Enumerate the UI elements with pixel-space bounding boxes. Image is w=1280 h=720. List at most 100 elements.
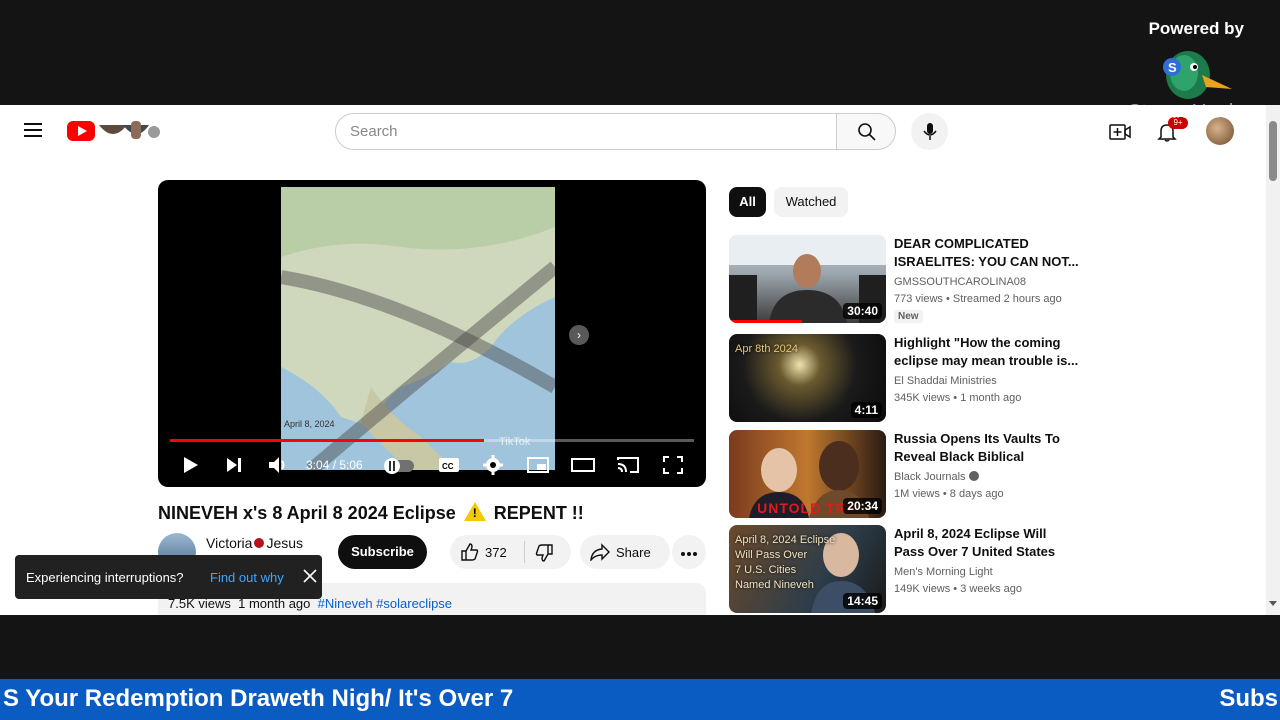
toast-message: Experiencing interruptions? bbox=[26, 570, 184, 585]
find-out-why-link[interactable]: Find out why bbox=[210, 570, 284, 585]
video-duration: 14:45 bbox=[843, 593, 882, 609]
ticker-text: S Your Redemption Draweth Nigh/ It's Ove… bbox=[3, 685, 514, 712]
eclipse-path-map: April 8, 2024 TikTok bbox=[281, 187, 555, 470]
recommendation-meta: 1M views • 8 days ago bbox=[894, 488, 1004, 500]
microphone-icon bbox=[923, 123, 937, 140]
verified-icon bbox=[968, 471, 979, 481]
ticker-text-right: Subs bbox=[1219, 685, 1278, 712]
more-actions-button[interactable] bbox=[672, 535, 706, 569]
youtube-window: Search 9+ April 8, 2024 TikTok › 3:04 / … bbox=[0, 105, 1280, 615]
player-controls: 3:04 / 5:06 CC bbox=[158, 450, 706, 480]
video-duration: 4:11 bbox=[850, 402, 882, 418]
video-title-suffix: REPENT !! bbox=[493, 503, 584, 523]
stream-canvas: Powered by S StreamYard Search 9+ April … bbox=[0, 0, 1280, 720]
new-badge: New bbox=[894, 310, 923, 323]
recommendation-channel-label: Black Journals bbox=[894, 471, 966, 483]
thumbnail-caption-line: 7 U.S. Cities bbox=[735, 564, 797, 576]
share-label: Share bbox=[616, 545, 651, 560]
map-date-label: April 8, 2024 bbox=[284, 419, 335, 429]
theater-mode-icon[interactable] bbox=[571, 454, 595, 476]
autoplay-pause-icon bbox=[389, 461, 395, 471]
thumbnail-caption-line: Will Pass Over bbox=[735, 549, 808, 561]
hashtags[interactable]: #Nineveh #solareclipse bbox=[318, 596, 452, 611]
like-dislike-group: 372 bbox=[450, 535, 571, 569]
like-divider bbox=[524, 541, 525, 563]
youtube-logo[interactable] bbox=[67, 121, 95, 141]
play-icon[interactable] bbox=[178, 454, 202, 476]
chip-all[interactable]: All bbox=[729, 187, 766, 217]
recommendation-channel[interactable]: Black Journals bbox=[894, 471, 979, 483]
subscribe-button[interactable]: Subscribe bbox=[338, 535, 427, 569]
video-thumbnail[interactable]: April 8, 2024 Eclipse Will Pass Over 7 U… bbox=[729, 525, 886, 613]
cast-icon[interactable] bbox=[616, 454, 640, 476]
more-dots-icon bbox=[681, 552, 697, 556]
masthead: Search 9+ bbox=[0, 105, 1266, 157]
create-video-icon[interactable] bbox=[1108, 121, 1132, 143]
player-time: 3:04 / 5:06 bbox=[306, 458, 363, 472]
rose-icon bbox=[254, 538, 265, 548]
share-button[interactable]: Share bbox=[580, 535, 670, 569]
settings-gear-icon[interactable] bbox=[481, 454, 505, 476]
channel-name[interactable]: Victoria Jesus bbox=[206, 535, 303, 551]
recommendation-item[interactable]: 30:40 DEAR COMPLICATED ISRAELITES: YOU C… bbox=[729, 235, 1079, 323]
video-thumbnail[interactable]: 30:40 bbox=[729, 235, 886, 323]
recommendation-title[interactable]: DEAR COMPLICATED ISRAELITES: YOU CAN NOT… bbox=[894, 235, 1079, 271]
chevron-right-icon[interactable]: › bbox=[569, 325, 589, 345]
recommendation-channel[interactable]: Men's Morning Light bbox=[894, 566, 993, 578]
warning-icon bbox=[463, 502, 486, 521]
volume-icon[interactable] bbox=[266, 454, 290, 476]
search-input[interactable]: Search bbox=[335, 113, 837, 150]
recommendation-meta: 345K views • 1 month ago bbox=[894, 392, 1022, 404]
thumbs-down-icon[interactable] bbox=[534, 543, 554, 563]
video-title: NINEVEH x's 8 April 8 2024 Eclipse REPEN… bbox=[158, 502, 584, 524]
search-icon bbox=[858, 123, 876, 141]
channel-name-first: Victoria bbox=[206, 535, 253, 551]
thumbnail-caption-line: April 8, 2024 Eclipse bbox=[735, 534, 836, 546]
voice-search-button[interactable] bbox=[911, 113, 948, 150]
fullscreen-icon[interactable] bbox=[661, 454, 685, 476]
progress-bar-fill bbox=[170, 439, 485, 442]
autoplay-toggle[interactable] bbox=[384, 458, 414, 474]
recommendation-channel[interactable]: El Shaddai Ministries bbox=[894, 375, 997, 387]
progress-bar[interactable] bbox=[170, 439, 694, 442]
interruptions-toast: Experiencing interruptions? Find out why bbox=[15, 555, 322, 599]
video-thumbnail[interactable]: UNTOLD TRU 20:34 bbox=[729, 430, 886, 518]
recommendation-title[interactable]: Russia Opens Its Vaults To Reveal Black … bbox=[894, 430, 1079, 466]
video-thumbnail[interactable]: Apr 8th 2024 4:11 bbox=[729, 334, 886, 422]
svg-text:S: S bbox=[1168, 60, 1177, 75]
recommendation-meta: 773 views • Streamed 2 hours ago bbox=[894, 293, 1062, 305]
custom-logo-doodle bbox=[99, 121, 160, 139]
recommendation-item[interactable]: UNTOLD TRU 20:34 Russia Opens Its Vaults… bbox=[729, 430, 1079, 518]
scroll-down-arrow-icon[interactable] bbox=[1269, 601, 1277, 606]
video-duration: 30:40 bbox=[843, 303, 882, 319]
share-arrow-icon bbox=[590, 543, 610, 561]
recommendation-title[interactable]: Highlight "How the coming eclipse may me… bbox=[894, 334, 1079, 370]
thumbs-up-icon[interactable] bbox=[460, 542, 480, 562]
menu-icon[interactable] bbox=[24, 123, 42, 137]
video-title-text: NINEVEH x's 8 April 8 2024 Eclipse bbox=[158, 503, 456, 523]
recommendation-item[interactable]: Apr 8th 2024 4:11 Highlight "How the com… bbox=[729, 334, 1079, 422]
chip-watched[interactable]: Watched bbox=[774, 187, 848, 217]
close-icon[interactable] bbox=[301, 567, 319, 585]
channel-name-last: Jesus bbox=[266, 535, 304, 551]
recommendation-channel[interactable]: GMSSOUTHCAROLINA08 bbox=[894, 276, 1026, 288]
video-duration: 20:34 bbox=[843, 498, 882, 514]
page-scrollbar[interactable] bbox=[1266, 105, 1280, 615]
thumbnail-caption: Apr 8th 2024 bbox=[735, 343, 798, 355]
captions-icon[interactable]: CC bbox=[437, 454, 461, 476]
search-button[interactable] bbox=[836, 113, 896, 150]
video-player[interactable]: April 8, 2024 TikTok › 3:04 / 5:06 CC bbox=[158, 180, 706, 487]
recommendation-item[interactable]: April 8, 2024 Eclipse Will Pass Over 7 U… bbox=[729, 525, 1079, 613]
like-count: 372 bbox=[485, 545, 507, 560]
tiktok-watermark: TikTok bbox=[499, 436, 531, 448]
svg-text:CC: CC bbox=[442, 462, 454, 471]
scrolling-ticker: S Your Redemption Draweth Nigh/ It's Ove… bbox=[0, 679, 1280, 720]
powered-by-label: Powered by bbox=[1148, 19, 1244, 38]
miniplayer-icon[interactable] bbox=[526, 454, 550, 476]
thumbnail-caption-line: Named Nineveh bbox=[735, 579, 814, 591]
next-video-icon[interactable] bbox=[222, 454, 246, 476]
watched-progress-bar bbox=[729, 320, 802, 323]
scrollbar-thumb[interactable] bbox=[1269, 121, 1277, 181]
thumbnail-caption: April 8, 2024 Eclipse Will Pass Over 7 U… bbox=[735, 533, 835, 593]
recommendation-title[interactable]: April 8, 2024 Eclipse Will Pass Over 7 U… bbox=[894, 525, 1079, 561]
